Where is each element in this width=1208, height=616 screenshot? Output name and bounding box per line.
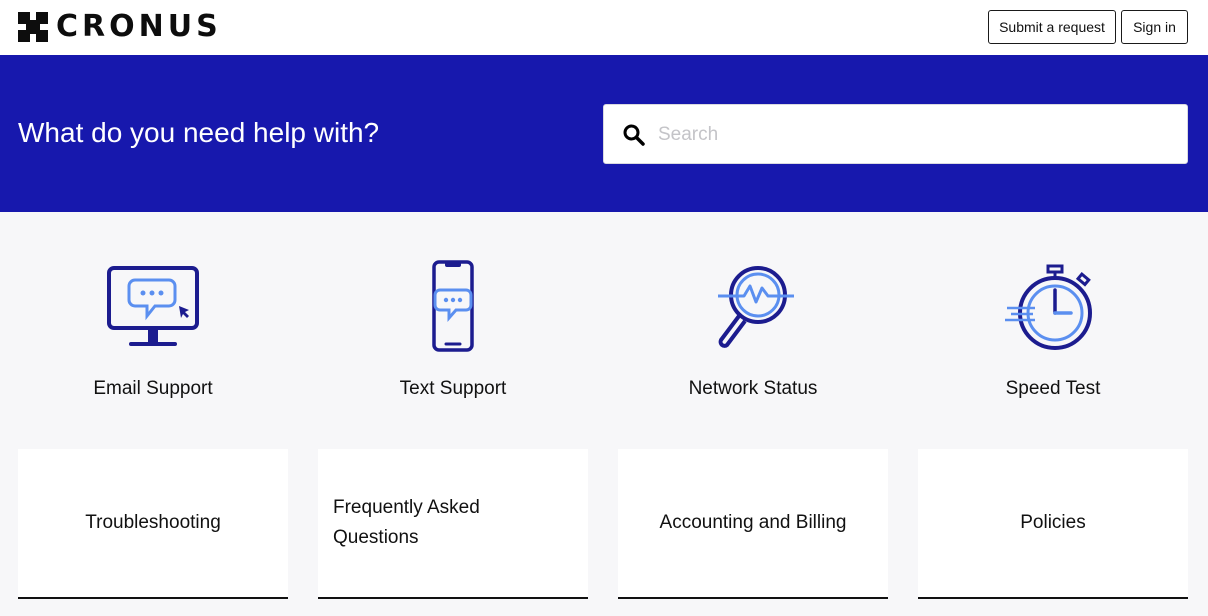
category-troubleshooting[interactable]: Troubleshooting bbox=[18, 449, 288, 599]
logo-text: CRONUS bbox=[56, 9, 222, 44]
sign-in-button[interactable]: Sign in bbox=[1121, 10, 1188, 44]
monitor-chat-icon bbox=[107, 266, 199, 346]
magnifier-pulse-icon bbox=[718, 266, 794, 348]
service-text-support[interactable]: Text Support bbox=[318, 250, 588, 415]
submit-request-button[interactable]: Submit a request bbox=[988, 10, 1116, 44]
cronus-logo[interactable]: CRONUS bbox=[18, 12, 222, 42]
service-label: Text Support bbox=[399, 378, 507, 399]
category-policies[interactable]: Policies bbox=[918, 449, 1188, 599]
category-label: Accounting and Billing bbox=[659, 512, 847, 533]
phone-chat-icon bbox=[432, 260, 474, 352]
hero-title: What do you need help with? bbox=[18, 117, 380, 148]
category-label: Frequently Asked Questions bbox=[333, 497, 480, 548]
search-icon bbox=[623, 124, 645, 146]
category-label: Policies bbox=[1020, 512, 1086, 533]
service-email-support[interactable]: Email Support bbox=[18, 250, 288, 415]
category-accounting-billing[interactable]: Accounting and Billing bbox=[618, 449, 888, 599]
hero-banner: What do you need help with? bbox=[0, 55, 1208, 212]
service-label: Email Support bbox=[93, 378, 213, 399]
service-network-status[interactable]: Network Status bbox=[618, 250, 888, 415]
category-label: Troubleshooting bbox=[85, 512, 221, 533]
stopwatch-icon bbox=[1005, 264, 1092, 350]
service-speed-test[interactable]: Speed Test bbox=[918, 250, 1188, 415]
search-box[interactable] bbox=[603, 104, 1188, 164]
category-faq[interactable]: Frequently Asked Questions bbox=[318, 449, 588, 599]
search-input[interactable] bbox=[658, 115, 1168, 155]
top-header: CRONUS Submit a request Sign in bbox=[0, 0, 1208, 55]
logo-mark-icon bbox=[18, 12, 48, 42]
service-label: Speed Test bbox=[1005, 378, 1101, 399]
service-label: Network Status bbox=[688, 378, 818, 399]
